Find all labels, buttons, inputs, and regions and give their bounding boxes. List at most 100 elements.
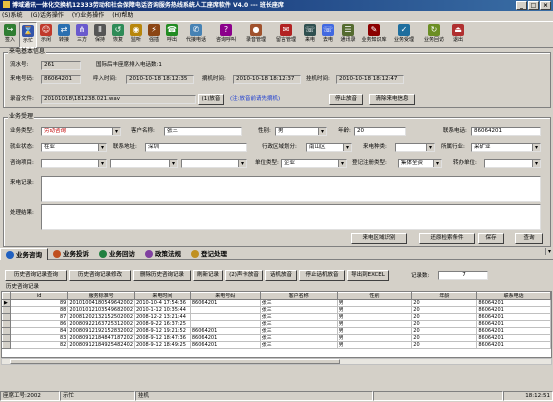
- history-button-8[interactable]: 导出到EXCEL: [347, 270, 389, 281]
- incoming-icon: ☏: [304, 24, 316, 36]
- hang-time-field: 2010-10-18 18:12:47: [336, 75, 404, 84]
- table-row[interactable]: 83 20080912184847187202 2008-9-12 18:47:36…: [2, 334, 551, 342]
- menu-biz-ops[interactable]: (Y)业务操作: [72, 11, 104, 20]
- table-cell: 20: [411, 327, 478, 335]
- table-row[interactable]: 86 20080922163725312002 2008-9-22 16:37:25…: [2, 320, 551, 328]
- stop-play-button[interactable]: 停止放音: [329, 94, 363, 105]
- accept-icon: ✓: [398, 24, 410, 36]
- toolbar-consult-button[interactable]: ? 咨询呼叫: [211, 22, 241, 48]
- toolbar-call-out-button[interactable]: ☎ 呼出: [163, 22, 181, 48]
- column-header[interactable]: 客户名称: [259, 292, 338, 300]
- toolbar-knowledge-button[interactable]: ✎ 业务知识库: [359, 22, 389, 48]
- tab-consult[interactable]: 业务咨询: [0, 248, 48, 260]
- toolbar-idle-button[interactable]: ☺ 示闲: [37, 22, 55, 48]
- column-header[interactable]: 来电时间: [134, 292, 191, 300]
- scroll-thumb[interactable]: [10, 359, 340, 364]
- phone-field[interactable]: 86064201: [471, 127, 541, 136]
- employ-select[interactable]: 在业: [41, 143, 107, 152]
- caller-type-select[interactable]: [395, 143, 435, 152]
- table-cell: 86064201: [476, 334, 551, 342]
- three-way-icon: ⋔: [76, 24, 88, 36]
- toolbar-monitor-button[interactable]: ◉ 监听: [127, 22, 145, 48]
- transfer-select[interactable]: [484, 159, 541, 168]
- toolbar-exit-button[interactable]: ⏏ 退出: [449, 22, 467, 48]
- toolbar-message-button[interactable]: ✉ 留言管理: [271, 22, 301, 48]
- toolbar-three-way-button[interactable]: ⋔ 三方: [73, 22, 91, 48]
- toolbar-label: 示忙: [22, 38, 33, 44]
- menu-help[interactable]: (H)帮助: [112, 11, 133, 20]
- column-header[interactable]: 性别: [336, 292, 413, 300]
- toolbar-label: 监听: [130, 37, 141, 43]
- horizontal-scrollbar[interactable]: [1, 358, 552, 365]
- history-button-3[interactable]: 删除历史咨询记录: [133, 270, 191, 281]
- query-button[interactable]: 查询: [515, 233, 543, 244]
- call-record-textarea[interactable]: [41, 176, 541, 202]
- history-button-2[interactable]: 历史咨询记录修改: [69, 270, 131, 281]
- table-cell: 86064201: [476, 299, 551, 307]
- column-header[interactable]: 年龄: [411, 292, 478, 300]
- table-row[interactable]: 84 20080912192152832002 2008-9-12 19:21:52…: [2, 327, 551, 335]
- toolbar-transfer-button[interactable]: ⇄ 转接: [55, 22, 73, 48]
- unit-type-select[interactable]: 企业: [281, 159, 347, 168]
- tab-register[interactable]: 登记处理: [186, 248, 232, 260]
- play-button[interactable]: (1)放音: [198, 94, 224, 105]
- tab-policy[interactable]: 政策法规: [140, 248, 186, 260]
- history-button-7[interactable]: 停止话机放音: [299, 270, 345, 281]
- column-header[interactable]: 服务标准号: [67, 292, 135, 300]
- tab-complaint[interactable]: 业务投诉: [48, 248, 94, 260]
- register-tab-icon: [191, 250, 199, 258]
- menu-call-ops[interactable]: (G)话务操作: [31, 11, 64, 20]
- toolbar-barge-in-button[interactable]: ⚡ 强插: [145, 22, 163, 48]
- tab-revisit[interactable]: 业务回访: [94, 248, 140, 260]
- status-bar: 座席工号:2002 示忙 挂机 18:12:51: [0, 391, 553, 402]
- table-row[interactable]: 87 20081202132152502002 2008-12-2 13:21:44…: [2, 313, 551, 321]
- clear-call-info-button[interactable]: 清除来电信息: [369, 94, 415, 105]
- area-detect-button[interactable]: 来电区域识别: [351, 233, 407, 244]
- save-button[interactable]: 保存: [478, 233, 504, 244]
- table-row[interactable]: ▶ 89 20101004180549642002 2010-10-4 17:54:3…: [2, 299, 551, 307]
- toolbar-busy-button[interactable]: ⌛ 示忙: [19, 22, 37, 48]
- district-select[interactable]: 南山区: [306, 143, 352, 152]
- maximize-button[interactable]: □: [528, 1, 539, 10]
- toolbar-pickup-button[interactable]: ✆ 代接电话: [181, 22, 211, 48]
- toolbar-label: 通讯录: [340, 37, 356, 43]
- toolbar-resume-button[interactable]: ↺ 恢复: [109, 22, 127, 48]
- toolbar-callback-button[interactable]: ↻ 业务回访: [419, 22, 449, 48]
- toolbar-accept-button[interactable]: ✓ 业务受理: [389, 22, 419, 48]
- column-header[interactable]: 联系电话: [476, 292, 551, 300]
- history-button-5[interactable]: (2)声卡放音: [225, 270, 263, 281]
- customer-name-field[interactable]: 张三: [164, 127, 242, 136]
- toolbar-label: 来电: [304, 37, 315, 43]
- restore-criteria-button[interactable]: 还原检索条件: [419, 233, 475, 244]
- consult-select-1[interactable]: [41, 159, 107, 168]
- toolbar-recording-button[interactable]: ● 录音管理: [241, 22, 271, 48]
- table-row[interactable]: 82 20080912184925482402 2008-9-12 18:49:25…: [2, 341, 551, 349]
- history-button-1[interactable]: 历史咨询记录查询: [5, 270, 67, 281]
- table-row[interactable]: 88 20101012103549682002 2010-1-12 10:35:44…: [2, 306, 551, 314]
- reg-type-select[interactable]: 集体全资: [398, 159, 442, 168]
- biz-type-select[interactable]: 劳动咨询: [41, 127, 121, 136]
- toolbar-incoming-button[interactable]: ☏ 来电: [301, 22, 319, 48]
- window-title: 博域通讯一体化交换机12333劳动和社会保障电话咨询服务热线系统人工座席软件 V…: [12, 2, 284, 9]
- history-button-4[interactable]: 刷新记录: [193, 270, 223, 281]
- industry-select[interactable]: 采矿业: [471, 143, 541, 152]
- column-header[interactable]: 来电号码: [189, 292, 261, 300]
- column-header[interactable]: id: [9, 292, 69, 300]
- close-button[interactable]: ×: [540, 1, 551, 10]
- toolbar-contacts-button[interactable]: ☰ 通讯录: [337, 22, 359, 48]
- gender-select[interactable]: 男: [275, 127, 327, 136]
- consult-select-2[interactable]: [110, 159, 178, 168]
- toolbar-sign-in-button[interactable]: ↪ 签入: [1, 22, 19, 48]
- table-cell: 2008-9-12 18:49:25: [134, 341, 191, 349]
- address-field[interactable]: 深圳: [145, 143, 247, 152]
- toolbar-hold-button[interactable]: Ⅱ 保持: [91, 22, 109, 48]
- toolbar: ↪ 签入 ⌛ 示忙 ☺ 示闲 ⇄ 转接 ⋔ 三方 Ⅱ 保持 ↺ 恢复 ◉ 监听 ⚡ 强插 ☎ 呼出 ✆ 代接电话? 咨询呼叫…: [0, 21, 553, 48]
- history-button-6[interactable]: 话机放音: [265, 270, 297, 281]
- title-bar: 博域通讯一体化交换机12333劳动和社会保障电话咨询服务热线系统人工座席软件 V…: [0, 0, 553, 11]
- consult-select-3[interactable]: [181, 159, 247, 168]
- menu-system[interactable]: (S)系统: [2, 11, 23, 20]
- age-field[interactable]: 20: [354, 127, 406, 136]
- minimize-button[interactable]: _: [516, 1, 527, 10]
- result-textarea[interactable]: [41, 204, 541, 230]
- toolbar-outgoing-button[interactable]: ☏ 去电: [319, 22, 337, 48]
